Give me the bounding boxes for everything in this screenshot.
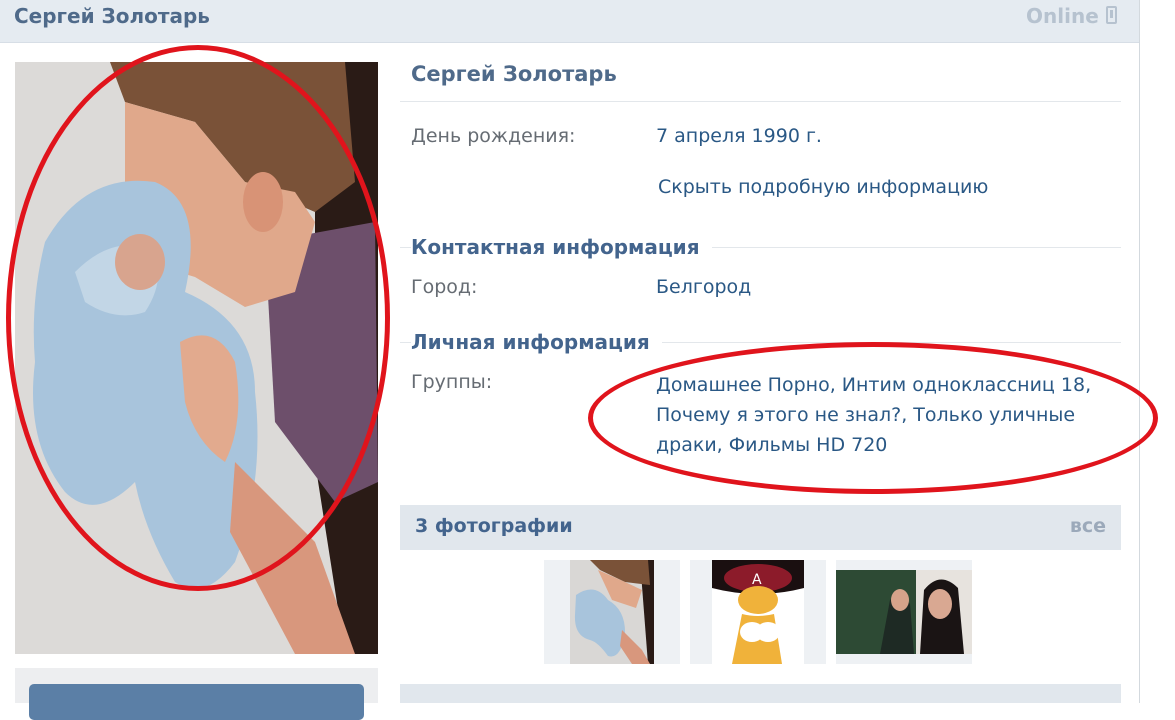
thumbnail-image: A (712, 560, 804, 664)
birthday-label: День рождения: (411, 125, 576, 147)
online-status: Online (1026, 4, 1099, 28)
toggle-details-link[interactable]: Скрыть подробную информацию (658, 176, 988, 198)
groups-label: Группы: (411, 371, 493, 393)
photo-thumbnail-1[interactable] (544, 560, 680, 664)
city-label: Город: (411, 276, 478, 298)
thumbnail-image (570, 560, 654, 664)
annotation-ellipse-avatar (6, 45, 390, 591)
photos-all-link[interactable]: все (1070, 515, 1106, 537)
city-value[interactable]: Белгород (656, 276, 751, 298)
profile-action-button[interactable] (29, 684, 364, 720)
name-divider (400, 101, 1121, 102)
photos-header[interactable]: 3 фотографии все (400, 505, 1121, 550)
next-section-header (400, 684, 1121, 703)
mobile-phone-icon (1106, 6, 1117, 24)
contact-section-title: Контактная информация (411, 235, 712, 259)
profile-name: Сергей Золотарь (411, 62, 617, 86)
page-border (1139, 0, 1140, 703)
header-user-name[interactable]: Сергей Золотарь (14, 4, 210, 28)
photo-thumbnail-3[interactable] (836, 560, 972, 664)
profile-header: Сергей Золотарь Online (0, 0, 1139, 43)
photo-thumbnail-2[interactable]: A (690, 560, 826, 664)
page-margin (1140, 0, 1175, 703)
birthday-value[interactable]: 7 апреля 1990 г. (656, 125, 822, 147)
personal-section-title: Личная информация (411, 330, 662, 354)
thumbnail-image (836, 570, 972, 654)
photos-title[interactable]: 3 фотографии (415, 515, 573, 537)
svg-text:A: A (752, 572, 762, 588)
annotation-ellipse-groups (588, 342, 1158, 494)
